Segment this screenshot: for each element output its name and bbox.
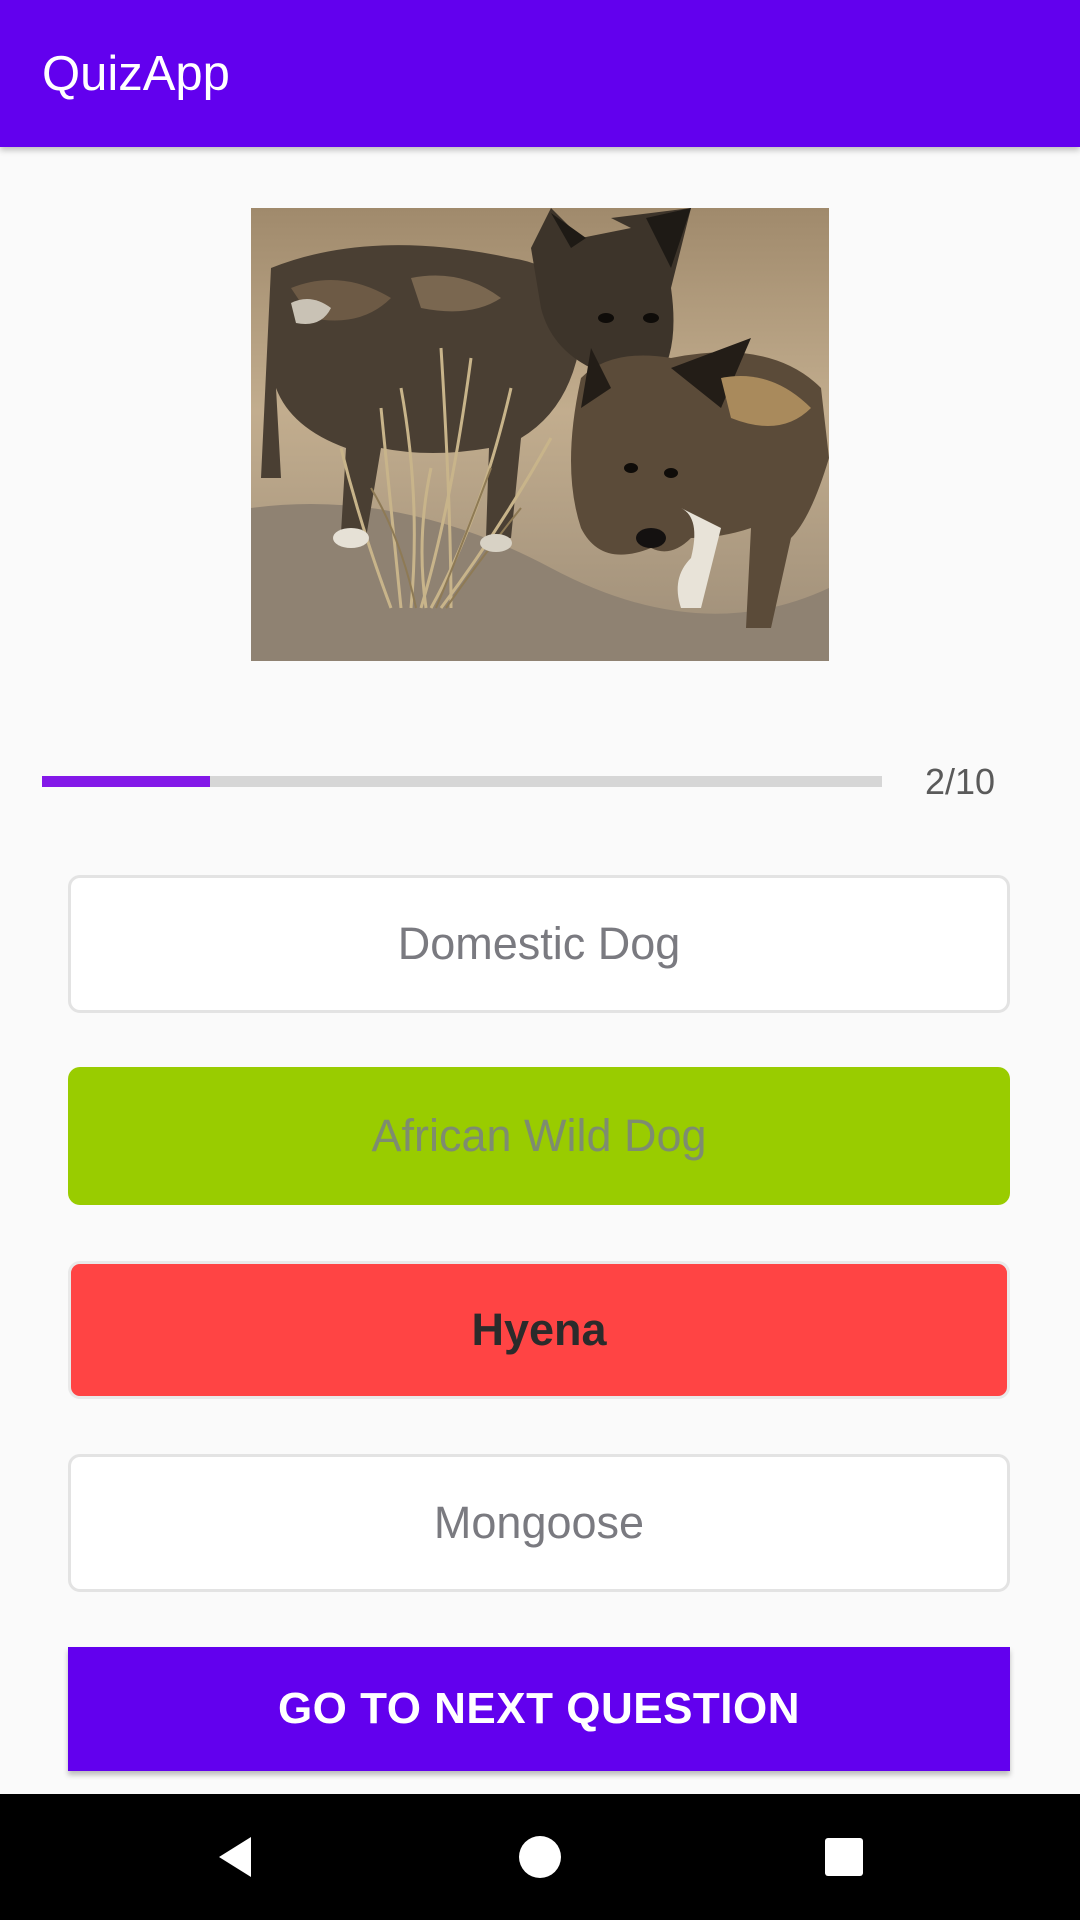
option-domestic-dog[interactable]: Domestic Dog <box>68 875 1010 1013</box>
home-icon <box>519 1836 561 1878</box>
question-image <box>251 208 829 661</box>
option-label: African Wild Dog <box>371 1110 707 1161</box>
option-label: Domestic Dog <box>397 918 681 969</box>
option-label: Mongoose <box>433 1497 645 1548</box>
recents-button[interactable] <box>799 1812 889 1902</box>
recents-icon <box>825 1838 863 1876</box>
wild-dog-photo <box>251 208 829 661</box>
home-button[interactable] <box>495 1812 585 1902</box>
quiz-progress-bar <box>42 776 882 787</box>
option-label: Hyena <box>471 1304 607 1355</box>
option-mongoose[interactable]: Mongoose <box>68 1454 1010 1592</box>
app-bar: QuizApp <box>0 0 1080 147</box>
app-title: QuizApp <box>42 47 230 101</box>
next-question-button[interactable]: GO TO NEXT QUESTION <box>68 1647 1010 1771</box>
option-hyena[interactable]: Hyena <box>68 1261 1010 1399</box>
quiz-progress-fill <box>42 776 210 787</box>
quiz-screen: QuizApp 2/10 Domestic Dog African Wild D… <box>0 0 1080 1920</box>
system-navigation-bar <box>0 1794 1080 1920</box>
back-button[interactable] <box>191 1812 281 1902</box>
progress-counter: 2/10 <box>924 761 996 802</box>
back-icon <box>219 1837 251 1877</box>
option-african-wild-dog[interactable]: African Wild Dog <box>68 1067 1010 1205</box>
